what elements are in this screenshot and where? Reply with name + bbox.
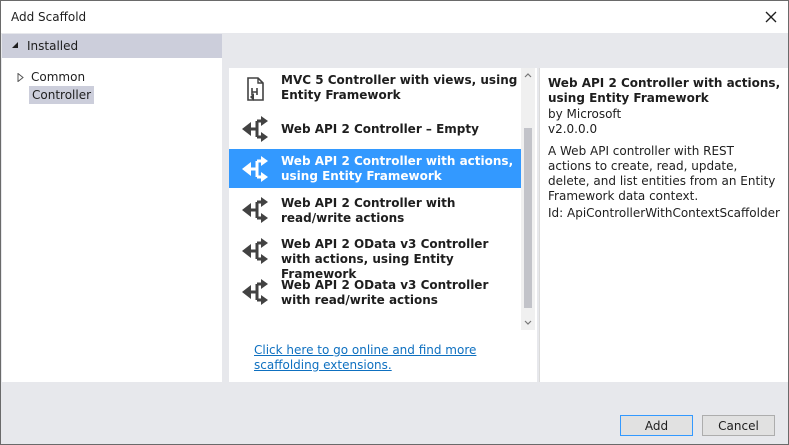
list-item-label: Web API 2 OData v3 Controller with read/… — [281, 278, 489, 307]
close-button[interactable] — [757, 3, 785, 31]
scrollbar-thumb[interactable] — [524, 128, 532, 308]
scroll-up-button[interactable] — [521, 68, 535, 82]
chevron-down-icon — [524, 320, 532, 325]
add-scaffold-dialog: Add Scaffold Installed Common Controller — [0, 0, 789, 445]
cancel-button[interactable]: Cancel — [702, 415, 775, 436]
list-scrollbar[interactable] — [521, 68, 535, 330]
collapsed-arrow-icon — [17, 73, 24, 82]
details-pane: Web API 2 Controller with actions, using… — [539, 68, 788, 382]
details-title: Web API 2 Controller with actions, using… — [548, 76, 781, 105]
list-item[interactable]: MVC 5 Controller with views, using Entit… — [229, 68, 521, 110]
api-controller-icon — [242, 155, 268, 182]
api-controller-icon — [242, 197, 268, 223]
api-controller-icon — [242, 279, 268, 305]
details-version: v2.0.0.0 — [548, 122, 598, 136]
online-extensions-link[interactable]: Click here to go online and find more sc… — [254, 343, 524, 373]
chevron-up-icon — [524, 73, 532, 78]
expanded-arrow-icon — [12, 42, 18, 48]
list-item-label: MVC 5 Controller with views, using Entit… — [281, 73, 518, 102]
tree-item-controller[interactable]: Controller — [29, 86, 95, 104]
title-bar: Add Scaffold — [1, 1, 788, 33]
api-controller-icon — [242, 238, 268, 264]
list-item-label: Web API 2 Controller – Empty — [281, 122, 479, 136]
details-description: A Web API controller with REST actions t… — [548, 144, 776, 203]
details-author: by Microsoft — [548, 107, 622, 121]
list-item[interactable]: Web API 2 OData v3 Controller with actio… — [229, 231, 521, 281]
tree-header-installed[interactable]: Installed — [2, 34, 222, 58]
category-tree: Common Controller — [2, 58, 222, 382]
list-item[interactable]: Web API 2 OData v3 Controller with read/… — [229, 272, 521, 312]
list-item[interactable]: Web API 2 Controller with read/write act… — [229, 190, 521, 230]
close-icon — [765, 11, 777, 23]
dialog-title: Add Scaffold — [11, 10, 87, 24]
list-item-selected[interactable]: Web API 2 Controller with actions, using… — [229, 149, 521, 188]
list-item[interactable]: Web API 2 Controller – Empty — [229, 110, 521, 148]
list-item-label: Web API 2 Controller with read/write act… — [281, 196, 456, 225]
list-item-label: Web API 2 Controller with actions, using… — [281, 154, 514, 183]
mvc-controller-icon — [247, 77, 264, 101]
details-id: Id: ApiControllerWithContextScaffolder — [548, 206, 780, 220]
tree-header-label: Installed — [27, 39, 79, 53]
add-button[interactable]: Add — [620, 415, 693, 436]
scaffold-list: MVC 5 Controller with views, using Entit… — [229, 68, 537, 382]
scroll-down-button[interactable] — [521, 316, 535, 330]
api-controller-icon — [242, 116, 268, 142]
tree-item-label: Common — [31, 70, 86, 84]
